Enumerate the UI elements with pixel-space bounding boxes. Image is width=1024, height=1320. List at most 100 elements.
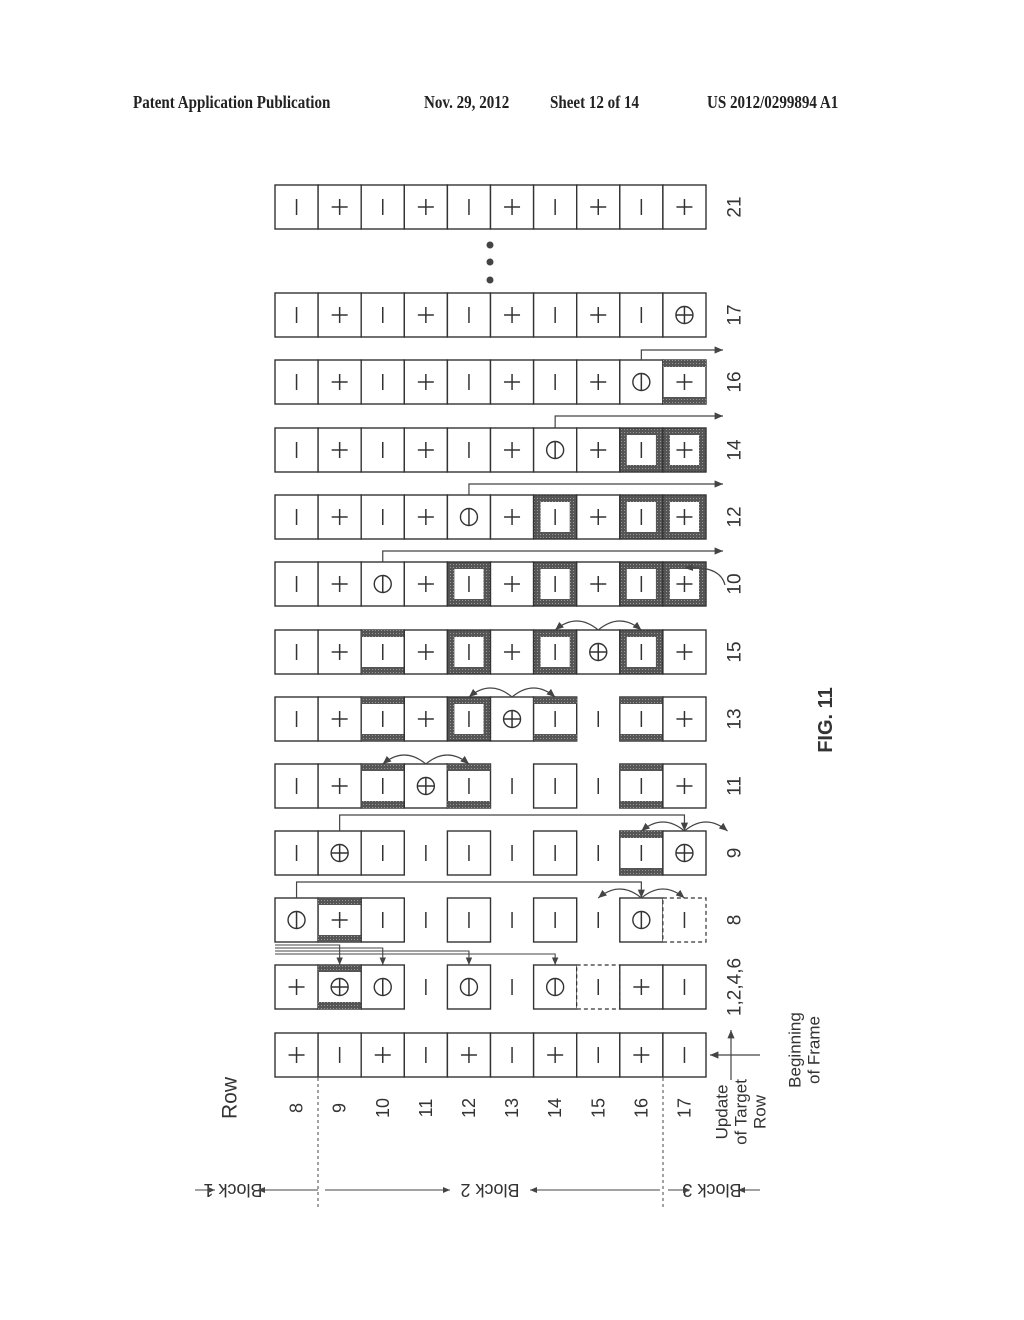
cell xyxy=(274,629,319,675)
strip-label: 12 xyxy=(725,506,746,527)
cell xyxy=(532,964,578,1010)
cell-top-band xyxy=(318,898,362,905)
cell xyxy=(662,696,707,742)
row-strips xyxy=(274,184,707,1078)
strip-label: 14 xyxy=(725,439,746,461)
swap-arc xyxy=(511,687,556,698)
strip-label: 21 xyxy=(725,196,746,217)
cell xyxy=(619,494,664,540)
cell xyxy=(662,359,707,405)
cell xyxy=(446,696,492,742)
swap-arc xyxy=(597,620,642,631)
strip-row xyxy=(274,561,707,607)
swap-arc xyxy=(554,620,599,631)
cell xyxy=(360,494,406,540)
beginning-label: Beginning xyxy=(786,1012,805,1088)
cell xyxy=(274,897,319,943)
cell xyxy=(317,897,362,943)
cell xyxy=(576,427,621,473)
cell xyxy=(662,184,707,230)
cell xyxy=(403,359,449,405)
connector-arrow xyxy=(382,547,723,562)
cell xyxy=(489,1032,535,1078)
cell xyxy=(619,561,664,607)
strip-row xyxy=(274,184,707,230)
cell xyxy=(532,1032,578,1078)
swap-arc xyxy=(640,888,685,899)
cell xyxy=(489,696,535,742)
strip-label: 8 xyxy=(725,915,746,926)
row-number: 10 xyxy=(373,1098,393,1118)
strip-row xyxy=(274,292,707,338)
cell xyxy=(532,494,578,540)
cell-bottom-band xyxy=(318,1002,362,1009)
cell xyxy=(274,696,319,742)
cell xyxy=(662,629,707,675)
cell xyxy=(662,561,707,607)
cell-bottom-band xyxy=(361,667,405,674)
strip-label: 11 xyxy=(725,776,746,796)
cell xyxy=(576,292,621,338)
ellipsis-dot xyxy=(486,241,494,249)
cell xyxy=(662,964,707,1010)
strip-label: 17 xyxy=(725,304,746,325)
cell xyxy=(403,494,449,540)
cell xyxy=(403,1032,449,1078)
cell-top-band xyxy=(361,630,405,637)
cell xyxy=(489,494,535,540)
connector-arrow xyxy=(468,480,723,495)
cell xyxy=(446,763,492,809)
cell xyxy=(403,184,449,230)
row-number: 12 xyxy=(459,1098,479,1118)
row-axis-title: Row xyxy=(219,1076,242,1119)
cell xyxy=(403,292,449,338)
cell xyxy=(662,897,707,943)
cell xyxy=(446,561,492,607)
cell xyxy=(619,696,664,742)
cell xyxy=(532,763,578,809)
block-2-label: Block 2 xyxy=(460,1180,519,1200)
cell xyxy=(446,964,492,1010)
cell xyxy=(662,830,707,876)
cell xyxy=(532,359,578,405)
ellipsis-dot xyxy=(486,276,494,284)
cell-top-band xyxy=(361,764,405,771)
cell xyxy=(619,964,664,1010)
cell xyxy=(317,629,362,675)
cell xyxy=(360,897,406,943)
cell xyxy=(317,830,362,876)
strip-label: 16 xyxy=(725,371,746,392)
connector-arrow xyxy=(275,953,559,965)
cell-top-band xyxy=(318,965,362,972)
cell xyxy=(317,359,362,405)
update-label: of Target xyxy=(732,1079,751,1145)
ellipsis-dot xyxy=(486,258,494,266)
row-number: 16 xyxy=(631,1098,651,1118)
cell-bottom-band xyxy=(619,734,663,741)
cell xyxy=(489,292,535,338)
cell xyxy=(619,830,664,876)
row-number: 14 xyxy=(545,1098,565,1118)
cell xyxy=(403,763,449,809)
cell xyxy=(360,964,406,1010)
strip-label: 15 xyxy=(725,641,746,662)
cell xyxy=(274,830,319,876)
strip-row xyxy=(274,696,707,742)
cell-bottom-band xyxy=(447,801,491,808)
cell xyxy=(619,763,664,809)
cell xyxy=(274,1032,319,1078)
cell xyxy=(662,494,707,540)
cell xyxy=(489,629,535,675)
cell xyxy=(446,830,492,876)
swap-arc xyxy=(684,821,728,832)
connector-arrow xyxy=(339,814,689,831)
block-3-label: Block 3 xyxy=(682,1180,741,1200)
cell xyxy=(360,292,406,338)
cell xyxy=(403,427,449,473)
cell xyxy=(446,184,492,230)
cell xyxy=(446,1032,492,1078)
cell xyxy=(360,359,406,405)
cell-bottom-band xyxy=(361,801,405,808)
cell xyxy=(274,427,319,473)
cell xyxy=(360,696,406,742)
